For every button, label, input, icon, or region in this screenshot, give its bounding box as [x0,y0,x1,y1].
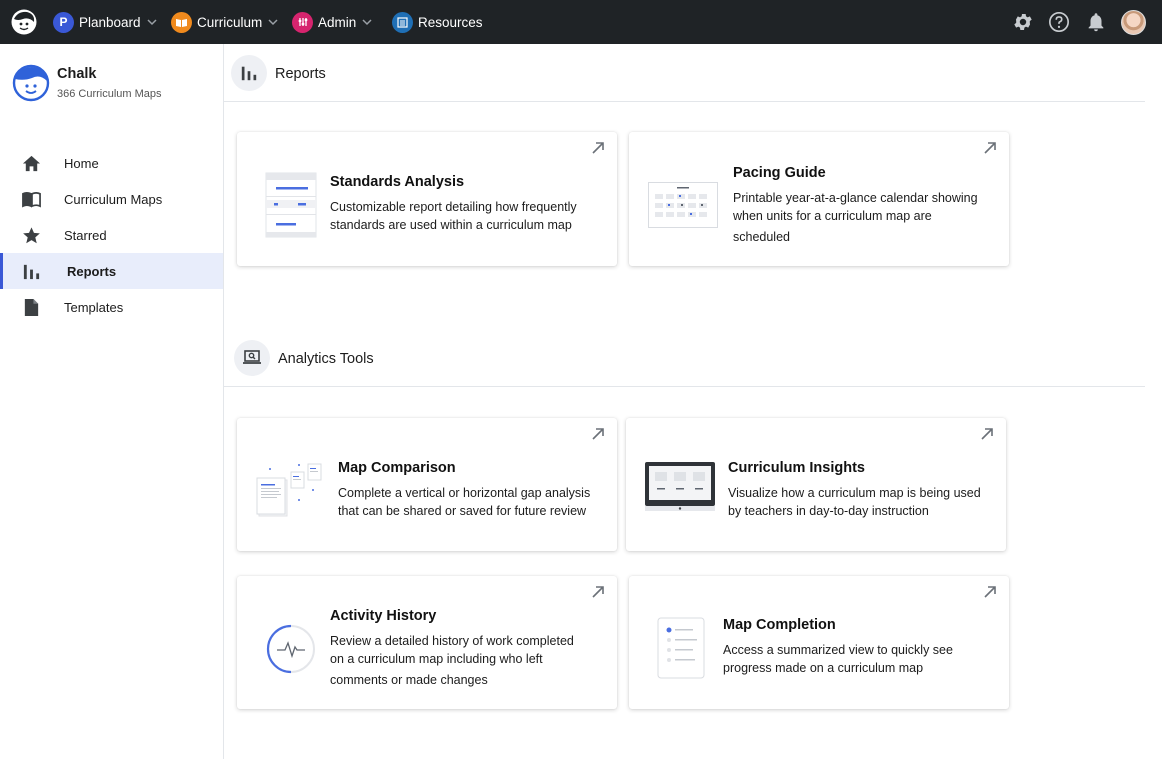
chevron-down-icon [268,19,278,26]
nav-resources-label: Resources [418,14,483,30]
bar-chart-icon [23,264,40,280]
external-link-arrow-icon[interactable] [980,427,994,441]
card-description-line: when units for a curriculum map are [733,209,932,223]
help-icon[interactable] [1048,11,1070,33]
card-title: Standards Analysis [330,174,465,190]
card-title: Pacing Guide [733,165,826,181]
section-title: Reports [275,66,326,82]
external-link-arrow-icon[interactable] [591,427,605,441]
bell-icon[interactable] [1085,11,1107,33]
card-title: Curriculum Insights [728,460,865,476]
section-title: Analytics Tools [278,351,374,367]
card-activity-history[interactable]: Activity History Review a detailed histo… [237,576,617,709]
org-map-count: 366 Curriculum Maps [57,88,162,100]
star-icon [23,227,40,244]
resources-badge-icon [392,11,413,33]
nav-admin[interactable]: Admin [292,0,372,44]
sidebar-item-label: Home [64,156,99,171]
card-title: Map Comparison [338,460,456,476]
external-link-arrow-icon[interactable] [983,585,997,599]
card-description-line: Visualize how a curriculum map is being … [728,486,981,500]
external-link-arrow-icon[interactable] [591,141,605,155]
sidebar-item-label: Starred [64,228,107,243]
card-description-line: Review a detailed history of work comple… [330,634,574,648]
nav-admin-label: Admin [318,14,357,30]
card-description-line: scheduled [733,230,790,244]
document-icon [24,298,39,317]
card-description-line: on a curriculum map including who left [330,652,543,666]
planboard-badge-icon: P [53,11,74,33]
book-icon [22,191,41,208]
card-description-line: Customizable report detailing how freque… [330,200,577,214]
bar-chart-icon [241,66,257,81]
external-link-arrow-icon[interactable] [983,141,997,155]
admin-badge-icon [292,11,313,33]
card-standards-analysis[interactable]: Standards Analysis Customizable report d… [237,132,617,266]
external-link-arrow-icon[interactable] [591,585,605,599]
chalk-org-logo-icon [12,64,50,102]
card-map-completion[interactable]: Map Completion Access a summarized view … [629,576,1009,709]
org-name: Chalk [57,66,97,82]
top-navigation-bar: P Planboard Curriculum Admin Resources [0,0,1162,44]
sidebar-item-home[interactable]: Home [0,145,223,181]
chevron-down-icon [362,19,372,26]
nav-planboard[interactable]: P Planboard [53,0,157,44]
sidebar-item-label: Curriculum Maps [64,192,163,207]
analytics-section-header: Analytics Tools [224,329,1145,387]
map-completion-illustration [657,617,705,679]
monitor-dashboard-illustration [645,462,715,511]
gear-icon[interactable] [1012,11,1034,33]
calendar-illustration [648,182,718,228]
user-avatar[interactable] [1121,10,1146,35]
nav-resources[interactable]: Resources [392,0,483,44]
sidebar-item-reports[interactable]: Reports [0,253,223,289]
card-description-line: that can be shared or saved for future r… [338,504,587,518]
sidebar-item-curriculum-maps[interactable]: Curriculum Maps [0,181,223,217]
sidebar-item-templates[interactable]: Templates [0,289,223,325]
nav-curriculum-label: Curriculum [197,14,263,30]
card-curriculum-insights[interactable]: Curriculum Insights Visualize how a curr… [626,418,1006,551]
nav-curriculum[interactable]: Curriculum [171,0,278,44]
card-description-line: Access a summarized view to quickly see [723,643,953,657]
sidebar: Chalk 366 Curriculum Maps Home Curriculu… [0,44,224,759]
card-map-comparison[interactable]: Map Comparison Complete a vertical or ho… [237,418,617,551]
card-pacing-guide[interactable]: Pacing Guide Printable year-at-a-glance … [629,132,1009,266]
card-description-line: Complete a vertical or horizontal gap an… [338,486,591,500]
card-title: Activity History [330,608,437,624]
card-description-line: Printable year-at-a-glance calendar show… [733,191,978,205]
reports-section-header: Reports [224,44,1145,102]
sidebar-item-label: Templates [64,300,124,315]
standards-analysis-illustration [265,172,317,238]
card-description-line: by teachers in day-to-day instruction [728,504,929,518]
card-description-line: progress made on a curriculum map [723,661,924,675]
card-description-line: standards are used within a curriculum m… [330,218,572,232]
map-comparison-illustration [256,463,322,517]
card-title: Map Completion [723,617,836,633]
chalk-logo-icon[interactable] [10,8,38,36]
curriculum-badge-icon [171,11,192,33]
reports-section-icon-wrap [231,55,267,91]
activity-history-illustration [266,624,315,674]
home-icon [22,155,41,172]
sidebar-item-label: Reports [67,264,117,279]
sidebar-item-starred[interactable]: Starred [0,217,223,253]
analytics-section-icon-wrap [234,340,270,376]
card-description-line: comments or made changes [330,673,488,687]
nav-planboard-label: Planboard [79,14,141,30]
chevron-down-icon [147,19,157,26]
laptop-search-icon [243,350,261,364]
